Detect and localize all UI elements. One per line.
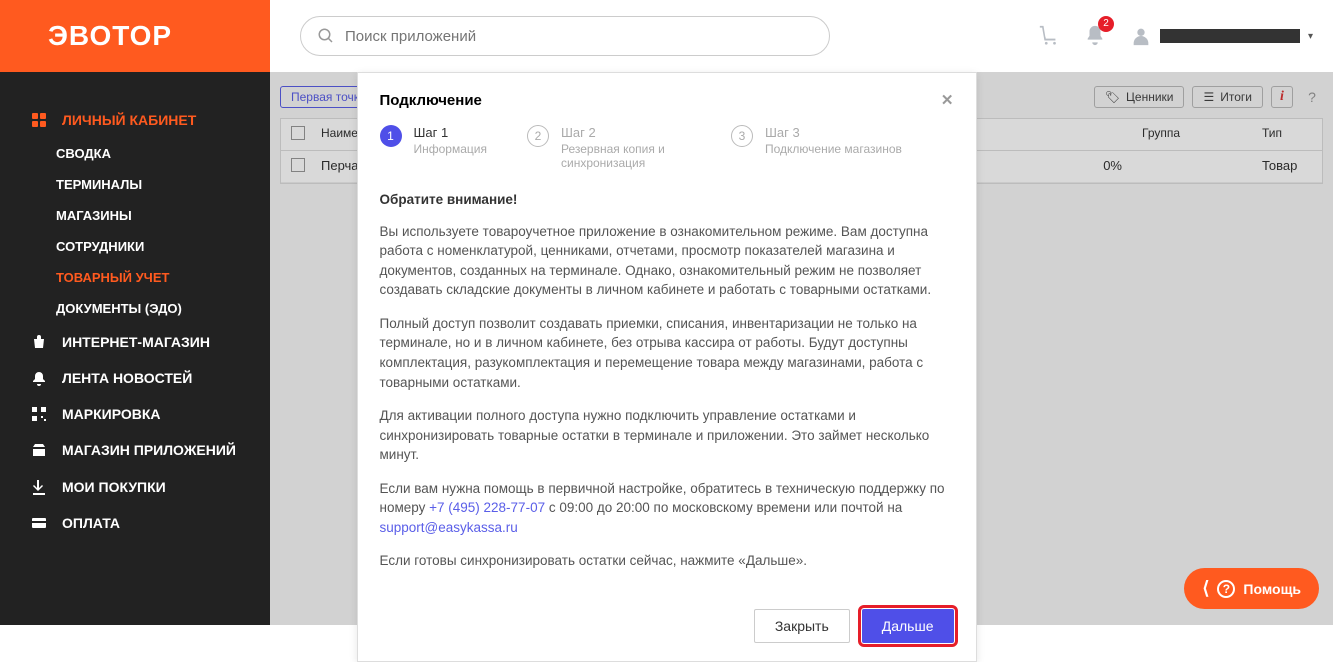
nav-sub-staff[interactable]: СОТРУДНИКИ bbox=[0, 231, 270, 262]
search-input[interactable] bbox=[345, 28, 813, 45]
next-button[interactable]: Дальше bbox=[862, 609, 954, 643]
nav-news[interactable]: ЛЕНТА НОВОСТЕЙ bbox=[0, 360, 270, 396]
help-button[interactable]: ⟨ ? Помощь bbox=[1184, 568, 1319, 609]
nav-label: ИНТЕРНЕТ-МАГАЗИН bbox=[62, 334, 210, 350]
close-button[interactable]: Закрыть bbox=[754, 609, 850, 643]
nav-purchases[interactable]: МОИ ПОКУПКИ bbox=[0, 469, 270, 505]
user-menu[interactable]: ▾ bbox=[1130, 25, 1313, 47]
qr-icon bbox=[30, 406, 48, 422]
help-question-icon: ? bbox=[1217, 580, 1235, 598]
step-3: 3 Шаг 3 Подключение магазинов bbox=[731, 125, 902, 170]
nav-sub-inventory[interactable]: ТОВАРНЫЙ УЧЕТ bbox=[0, 262, 270, 293]
bell-icon bbox=[30, 370, 48, 386]
search-wrap[interactable] bbox=[300, 16, 830, 56]
para-2: Полный доступ позволит создавать приемки… bbox=[380, 314, 954, 392]
nav-sub-stores[interactable]: МАГАЗИНЫ bbox=[0, 200, 270, 231]
chevron-down-icon: ▾ bbox=[1308, 31, 1313, 42]
nav: ЛИЧНЫЙ КАБИНЕТ СВОДКА ТЕРМИНАЛЫ МАГАЗИНЫ… bbox=[0, 72, 270, 541]
nav-sub-terminals[interactable]: ТЕРМИНАЛЫ bbox=[0, 169, 270, 200]
attention-heading: Обратите внимание! bbox=[380, 190, 954, 210]
para-3: Для активации полного доступа нужно подк… bbox=[380, 406, 954, 465]
store-icon bbox=[30, 442, 48, 458]
step-1: 1 Шаг 1 Информация bbox=[380, 125, 487, 170]
nav-payment[interactable]: ОПЛАТА bbox=[0, 505, 270, 541]
connection-modal: Подключение ✕ 1 Шаг 1 Информация 2 Шаг 2… bbox=[357, 72, 977, 662]
modal-body: Обратите внимание! Вы используете товаро… bbox=[358, 186, 976, 597]
modal-title: Подключение bbox=[380, 92, 482, 109]
user-icon bbox=[1130, 25, 1152, 47]
nav-label: ЛЕНТА НОВОСТЕЙ bbox=[62, 370, 192, 386]
nav-personal-cabinet[interactable]: ЛИЧНЫЙ КАБИНЕТ bbox=[0, 102, 270, 138]
expand-icon: ⟨ bbox=[1202, 578, 1209, 599]
nav-app-store[interactable]: МАГАЗИН ПРИЛОЖЕНИЙ bbox=[0, 432, 270, 469]
para-5: Если готовы синхронизировать остатки сей… bbox=[380, 551, 954, 571]
nav-label: МОИ ПОКУПКИ bbox=[62, 479, 166, 495]
grid-icon bbox=[30, 112, 48, 128]
nav-sub-documents[interactable]: ДОКУМЕНТЫ (ЭДО) bbox=[0, 293, 270, 324]
bag-icon bbox=[30, 334, 48, 350]
wizard-steps: 1 Шаг 1 Информация 2 Шаг 2 Резервная коп… bbox=[358, 121, 976, 186]
nav-sub-summary[interactable]: СВОДКА bbox=[0, 138, 270, 169]
sidebar: ЭВОТОР ЛИЧНЫЙ КАБИНЕТ СВОДКА ТЕРМИНАЛЫ М… bbox=[0, 0, 270, 625]
user-name-redacted bbox=[1160, 29, 1300, 43]
download-icon bbox=[30, 479, 48, 495]
nav-label: МАГАЗИН ПРИЛОЖЕНИЙ bbox=[62, 442, 236, 459]
step-2: 2 Шаг 2 Резервная копия и синхронизация bbox=[527, 125, 691, 170]
nav-label: ЛИЧНЫЙ КАБИНЕТ bbox=[62, 112, 196, 128]
card-icon bbox=[30, 515, 48, 531]
support-phone[interactable]: +7 (495) 228-77-07 bbox=[429, 500, 545, 515]
notifications-icon[interactable]: 2 bbox=[1084, 24, 1106, 49]
nav-marking[interactable]: МАРКИРОВКА bbox=[0, 396, 270, 432]
nav-label: ОПЛАТА bbox=[62, 515, 120, 531]
notification-badge: 2 bbox=[1098, 16, 1114, 32]
support-email[interactable]: support@easykassa.ru bbox=[380, 520, 518, 535]
para-1: Вы используете товароучетное приложение … bbox=[380, 222, 954, 300]
cart-icon[interactable] bbox=[1038, 24, 1060, 49]
logo[interactable]: ЭВОТОР bbox=[0, 0, 270, 72]
nav-shop[interactable]: ИНТЕРНЕТ-МАГАЗИН bbox=[0, 324, 270, 360]
close-icon[interactable]: ✕ bbox=[941, 91, 954, 109]
nav-label: МАРКИРОВКА bbox=[62, 406, 161, 422]
search-icon bbox=[317, 27, 335, 45]
para-4: Если вам нужна помощь в первичной настро… bbox=[380, 479, 954, 538]
topbar: 2 ▾ bbox=[270, 0, 1333, 72]
